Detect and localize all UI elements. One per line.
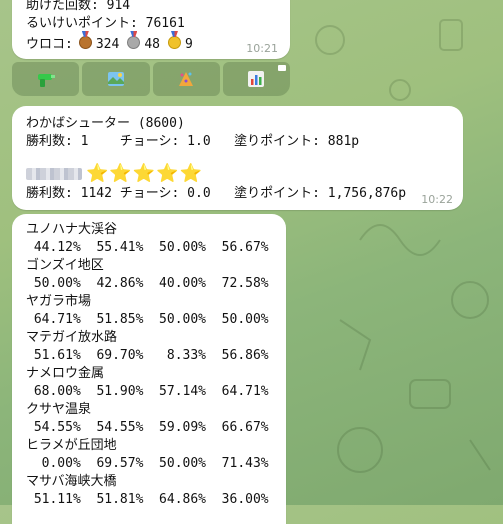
- keyboard-button-stats[interactable]: [222, 62, 290, 96]
- message-time: 10:21: [246, 42, 278, 55]
- green-squirt-gun-icon: [37, 74, 55, 87]
- bar-chart-icon: [248, 71, 265, 87]
- player-stats-line: 勝利数: 1142 チョーシ: 0.0 塗りポイント: 1,756,876p: [26, 186, 407, 201]
- keyboard-button-festival[interactable]: [152, 62, 220, 96]
- expand-corner-icon: [278, 65, 286, 71]
- stage-name: クサヤ温泉: [26, 402, 92, 417]
- stage-name: マテガイ放水路: [26, 330, 118, 345]
- stage-win-rates: 50.00% 42.86% 40.00% 72.58%: [26, 276, 269, 291]
- message-bubble-weapon: わかばシューター (8600) 勝利数: 1 チョーシ: 1.0 塗りポイント:…: [12, 106, 463, 210]
- message-time: 10:22: [421, 193, 453, 206]
- player-row: ⭐⭐⭐⭐⭐: [26, 163, 204, 184]
- gold-count: 9: [184, 36, 193, 52]
- weapon-name: わかばシューター (8600): [26, 116, 185, 131]
- bronze-medal-icon: [78, 36, 96, 53]
- keyboard-button-stage[interactable]: [82, 62, 150, 96]
- points-text: るいけいポイント: 76161: [26, 16, 185, 31]
- scales-label: ウロコ:: [26, 36, 73, 52]
- stage-win-rates: 51.61% 69.70% 8.33% 56.86%: [26, 348, 269, 363]
- stage-win-rates: 44.12% 55.41% 50.00% 56.67%: [26, 240, 269, 255]
- rank-stars: ⭐⭐⭐⭐⭐: [86, 163, 204, 184]
- stage-win-rates: 68.00% 51.90% 57.14% 64.71%: [26, 384, 269, 399]
- keyboard-button-weapon[interactable]: [12, 62, 80, 96]
- stage-name: ゴンズイ地区: [26, 258, 104, 273]
- stage-win-rates: 64.71% 51.85% 50.00% 50.00%: [26, 312, 269, 327]
- weapon-stats-line: 勝利数: 1 チョーシ: 1.0 塗りポイント: 881p: [26, 134, 360, 149]
- gold-medal-icon: [167, 36, 185, 53]
- stage-win-rates: 54.55% 54.55% 59.09% 66.67%: [26, 420, 269, 435]
- message-bubble-stage-rates: ユノハナ大渓谷 44.12% 55.41% 50.00% 56.67% ゴンズイ地…: [12, 214, 286, 524]
- silver-medal-icon: [127, 36, 144, 53]
- inline-keyboard: [12, 62, 290, 96]
- stage-name: ユノハナ大渓谷: [26, 222, 118, 237]
- stage-name: ヤガラ市場: [26, 294, 92, 309]
- scales-row: ウロコ: 324 48 9: [26, 36, 193, 53]
- festival-icon: [179, 72, 194, 86]
- map-stage-icon: [107, 72, 124, 86]
- stage-name: ヒラメが丘団地: [26, 438, 117, 453]
- stage-name: ナメロウ金属: [26, 366, 105, 381]
- help-count-text: 助けた回数: 914: [26, 0, 131, 13]
- silver-count: 48: [144, 36, 160, 52]
- bronze-count: 324: [95, 36, 120, 52]
- stage-win-rates: 51.11% 51.81% 64.86% 36.00%: [26, 492, 269, 507]
- redacted-player-name: [26, 168, 82, 180]
- stage-win-rates: 0.00% 69.57% 50.00% 71.43%: [26, 456, 269, 471]
- message-bubble-stats: 助けた回数: 914 るいけいポイント: 76161 ウロコ: 324 48 9…: [12, 0, 290, 59]
- stage-name: マサバ海峡大橋: [26, 474, 117, 489]
